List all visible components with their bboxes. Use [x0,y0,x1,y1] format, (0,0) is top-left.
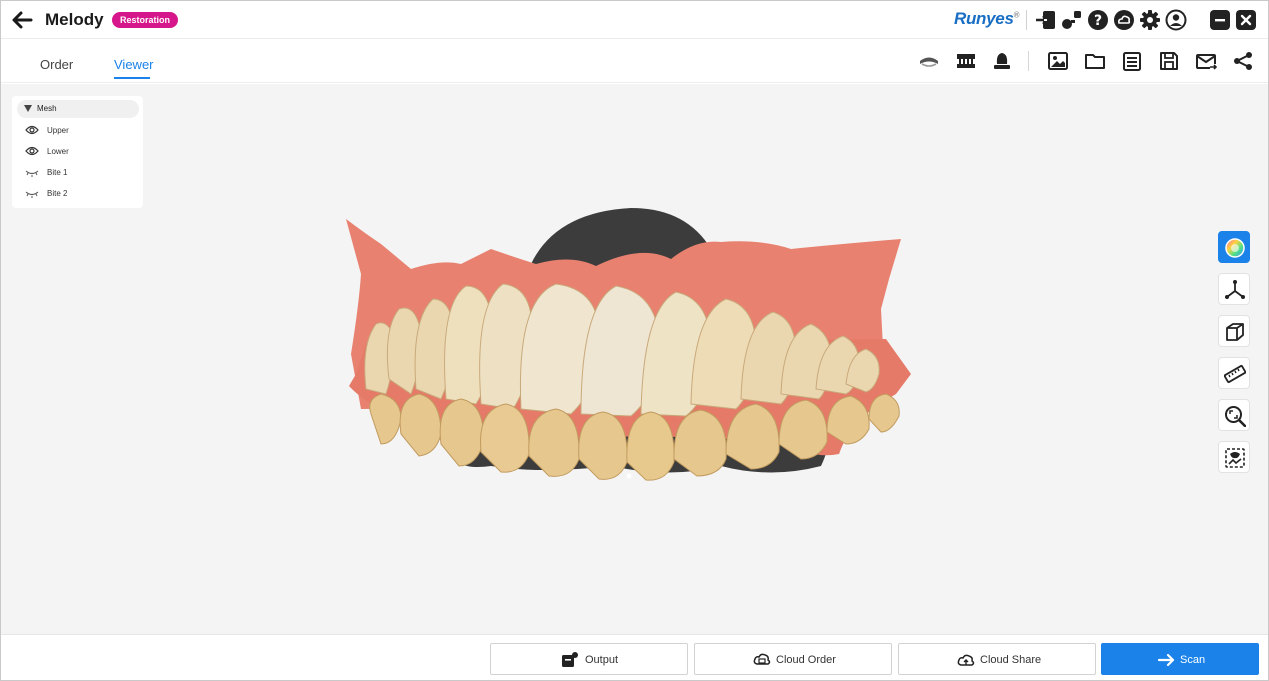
lower-jaw-view-button[interactable] [955,50,977,72]
zoom-button[interactable] [1218,399,1250,431]
color-toggle-button[interactable] [1218,231,1250,263]
scan-gap-marker [626,473,632,479]
settings-icon [1140,10,1160,30]
minimize-icon [1215,19,1225,22]
email-button[interactable] [1195,50,1218,72]
share-icon [1234,52,1252,70]
cube-view-icon [1226,323,1244,341]
color-toggle-icon [1225,238,1245,258]
selection-button[interactable] [1218,441,1250,473]
mesh-item-label: Upper [47,126,69,135]
close-button[interactable] [1236,10,1256,30]
cloud-upload-icon [957,654,975,666]
settings-button[interactable] [1139,9,1161,31]
mesh-group-header[interactable]: Mesh [17,100,139,118]
mesh-panel: Mesh Upper Lower Bite 1 Bite 2 [12,96,143,208]
output-icon [562,652,578,667]
dental-scan-model[interactable] [341,204,916,484]
eye-icon [25,146,39,156]
back-button[interactable] [9,8,35,32]
mesh-item-label: Lower [47,147,69,156]
cloud-order-label: Cloud Order [776,654,836,666]
node-button[interactable] [1061,9,1083,31]
minimize-button[interactable] [1210,10,1230,30]
eye-closed-icon [25,191,39,198]
active-tab-indicator [114,77,150,79]
tab-order[interactable]: Order [40,57,73,72]
tooth-view-icon [994,53,1010,69]
eye-icon [25,125,39,135]
axis-icon [1225,280,1245,299]
close-icon [1240,14,1252,26]
upper-jaw-view-button[interactable] [918,50,940,72]
folder-icon [1085,54,1105,69]
output-button[interactable]: Output [490,643,688,675]
cube-view-button[interactable] [1218,315,1250,347]
cloud-order-button[interactable]: Cloud Order [694,643,892,675]
import-button[interactable] [1035,9,1057,31]
cloud-icon [1114,10,1134,30]
selection-icon [1225,448,1245,468]
output-label: Output [585,654,619,666]
brand-name: Runyes [954,9,1014,28]
save-button[interactable] [1158,50,1180,72]
import-icon [1036,11,1055,29]
mesh-item-bite-1[interactable]: Bite 1 [22,163,137,181]
toolbar-divider [1028,51,1029,71]
axis-button[interactable] [1218,273,1250,305]
title-bar: Melody Restoration Runyes® ? [1,1,1268,39]
mesh-group-label: Mesh [37,104,57,113]
upper-jaw-view-icon [920,57,938,67]
bottom-action-bar: Output Cloud Order Cloud Share Scan [1,634,1268,680]
help-button[interactable]: ? [1087,9,1109,31]
tooth-view-button[interactable] [991,50,1013,72]
arrow-left-icon [12,11,33,29]
mesh-item-upper[interactable]: Upper [22,121,137,139]
app-window: Melody Restoration Runyes® ? Order Viewe… [0,0,1269,681]
email-icon [1196,54,1218,70]
brand-logo: Runyes® [954,9,1019,29]
scan-button[interactable]: Scan [1101,643,1259,675]
scan-label: Scan [1180,654,1206,666]
node-icon [1062,11,1081,29]
save-icon [1160,52,1178,70]
notes-button[interactable] [1121,50,1143,72]
mesh-item-lower[interactable]: Lower [22,142,137,160]
mesh-item-label: Bite 2 [47,189,68,198]
ruler-button[interactable] [1218,357,1250,389]
svg-text:?: ? [1094,13,1102,29]
brand-divider [1026,10,1027,30]
ruler-icon [1224,365,1246,383]
patient-name: Melody [45,10,104,29]
help-icon: ? [1088,10,1108,30]
triangle-down-icon [24,105,32,112]
eye-closed-icon [25,170,39,177]
3d-viewport[interactable]: Mesh Upper Lower Bite 1 Bite 2 [1,84,1268,634]
mesh-item-label: Bite 1 [47,168,68,177]
folder-button[interactable] [1084,50,1106,72]
lower-jaw-view-icon [957,54,975,68]
arrow-right-icon [1158,653,1175,667]
cloud-order-icon [753,653,771,665]
share-button[interactable] [1232,50,1254,72]
notes-icon [1123,52,1141,71]
tab-viewer[interactable]: Viewer [114,57,154,72]
screenshot-button[interactable] [1047,50,1069,72]
cloud-share-label: Cloud Share [980,654,1042,666]
zoom-icon [1225,406,1246,427]
account-icon [1165,9,1187,31]
screenshot-icon [1048,52,1068,70]
brand-mark: ® [1013,10,1020,20]
case-type-badge: Restoration [112,12,179,28]
mesh-item-bite-2[interactable]: Bite 2 [22,184,137,202]
account-button[interactable] [1165,9,1187,31]
tab-bar: Order Viewer [1,39,1268,83]
cloud-button[interactable] [1113,9,1135,31]
cloud-share-button[interactable]: Cloud Share [898,643,1096,675]
